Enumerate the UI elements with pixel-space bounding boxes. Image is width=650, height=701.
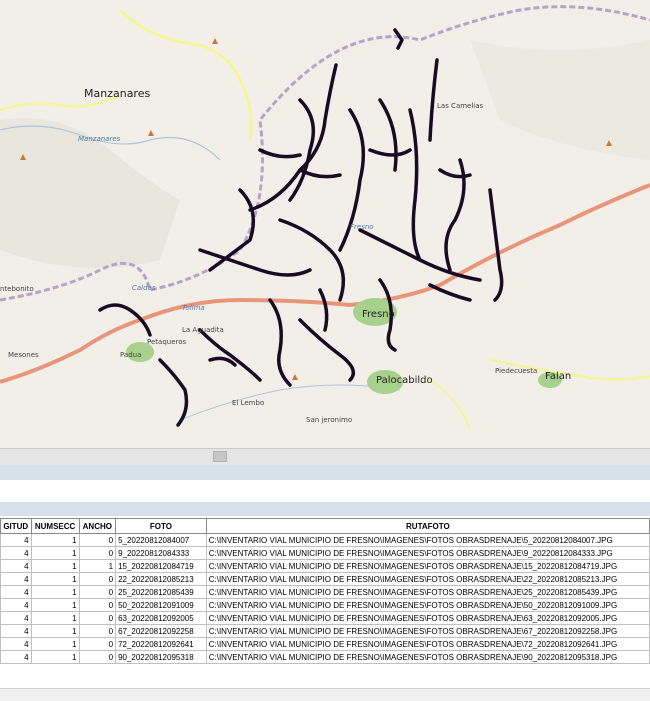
attribute-grid: GITUD NUMSECC ANCHO FOTO RUTAFOTO 4 1 0 …	[0, 518, 650, 664]
map-label-piedecuesta: Piedecuesta	[495, 367, 538, 375]
cell-numsecc[interactable]: 1	[30, 637, 80, 651]
map-label-las-camelias: Las Camelias	[437, 102, 484, 110]
map-label-padua: Padua	[120, 351, 142, 359]
cell-numsecc[interactable]: 1	[30, 598, 80, 612]
cell-rutafoto[interactable]: C:\INVENTARIO VIAL MUNICIPIO DE FRESNO\I…	[205, 624, 650, 638]
cell-ancho[interactable]: 0	[78, 598, 117, 612]
cell-longitud[interactable]: 4	[0, 611, 32, 625]
cell-foto[interactable]: 63_20220812092005	[115, 611, 207, 625]
cell-numsecc[interactable]: 1	[30, 559, 80, 573]
map-label-tolima: Tolima	[182, 304, 205, 312]
cell-longitud[interactable]: 4	[0, 624, 32, 638]
map-label-fresno-area: Fresno	[350, 223, 374, 231]
table-row[interactable]: 4 1 0 90_20220812095318 C:\INVENTARIO VI…	[0, 650, 650, 664]
cell-rutafoto[interactable]: C:\INVENTARIO VIAL MUNICIPIO DE FRESNO\I…	[205, 572, 650, 586]
cell-longitud[interactable]: 4	[0, 546, 32, 560]
cell-longitud[interactable]: 4	[0, 572, 32, 586]
panel-splitter[interactable]	[0, 448, 650, 465]
cell-foto[interactable]: 90_20220812095318	[115, 650, 207, 664]
cell-ancho[interactable]: 0	[78, 572, 117, 586]
map-label-ntebonito: ntebonito	[0, 285, 34, 293]
cell-numsecc[interactable]: 1	[30, 585, 80, 599]
attribute-panel-header-strip	[0, 502, 650, 516]
cell-longitud[interactable]: 4	[0, 585, 32, 599]
table-row[interactable]: 4 1 0 22_20220812085213 C:\INVENTARIO VI…	[0, 572, 650, 586]
table-row[interactable]: 4 1 0 67_20220812092258 C:\INVENTARIO VI…	[0, 624, 650, 638]
secondary-road	[429, 379, 471, 431]
cell-foto[interactable]: 5_20220812084007	[115, 533, 207, 547]
cell-ancho[interactable]: 0	[78, 637, 117, 651]
table-row[interactable]: 4 1 0 5_20220812084007 C:\INVENTARIO VIA…	[0, 533, 650, 547]
cell-foto[interactable]: 67_20220812092258	[115, 624, 207, 638]
table-row[interactable]: 4 1 0 9_20220812084333 C:\INVENTARIO VIA…	[0, 546, 650, 560]
map-label-san-jeronimo: San jeronimo	[306, 416, 353, 424]
cell-longitud[interactable]: 4	[0, 650, 32, 664]
map-label-la-aguadita: La Aguadita	[182, 326, 224, 334]
cell-numsecc[interactable]: 1	[30, 611, 80, 625]
horizontal-scrollbar[interactable]	[0, 688, 650, 701]
map-label-el-lembo: El Lembo	[232, 399, 265, 407]
cell-foto[interactable]: 50_20220812091009	[115, 598, 207, 612]
cell-longitud[interactable]: 4	[0, 637, 32, 651]
cell-numsecc[interactable]: 1	[30, 533, 80, 547]
map-canvas[interactable]: Manzanares Manzanares Las Camelias Fresn…	[0, 0, 650, 448]
attribute-table: GITUD NUMSECC ANCHO FOTO RUTAFOTO 4 1 0 …	[0, 518, 650, 700]
cell-ancho[interactable]: 0	[78, 546, 117, 560]
map-label-manzanares: Manzanares	[84, 87, 151, 100]
column-header-ancho[interactable]: ANCHO	[78, 518, 117, 534]
cell-ancho[interactable]: 0	[78, 650, 117, 664]
cell-rutafoto[interactable]: C:\INVENTARIO VIAL MUNICIPIO DE FRESNO\I…	[205, 650, 650, 664]
cell-rutafoto[interactable]: C:\INVENTARIO VIAL MUNICIPIO DE FRESNO\I…	[205, 637, 650, 651]
cell-ancho[interactable]: 0	[78, 533, 117, 547]
cell-ancho[interactable]: 0	[78, 611, 117, 625]
cell-foto[interactable]: 25_20220812085439	[115, 585, 207, 599]
cell-rutafoto[interactable]: C:\INVENTARIO VIAL MUNICIPIO DE FRESNO\I…	[205, 611, 650, 625]
cell-foto[interactable]: 22_20220812085213	[115, 572, 207, 586]
map-label-fresno-town: Fresno	[362, 309, 395, 320]
attribute-panel-titlebar	[0, 465, 650, 480]
map-label-caldas: Caldas	[132, 284, 156, 292]
cell-longitud[interactable]: 4	[0, 559, 32, 573]
cell-longitud[interactable]: 4	[0, 598, 32, 612]
terrain-patch	[470, 40, 650, 160]
map-label-palocabildo: Palocabildo	[376, 375, 433, 386]
cell-foto[interactable]: 15_20220812084719	[115, 559, 207, 573]
cell-rutafoto[interactable]: C:\INVENTARIO VIAL MUNICIPIO DE FRESNO\I…	[205, 585, 650, 599]
cell-ancho[interactable]: 0	[78, 585, 117, 599]
column-header-numsecc[interactable]: NUMSECC	[30, 518, 80, 534]
secondary-road	[118, 8, 253, 141]
map-label-mesones: Mesones	[8, 351, 39, 359]
cell-rutafoto[interactable]: C:\INVENTARIO VIAL MUNICIPIO DE FRESNO\I…	[205, 546, 650, 560]
table-row[interactable]: 4 1 1 15_20220812084719 C:\INVENTARIO VI…	[0, 559, 650, 573]
table-row[interactable]: 4 1 0 25_20220812085439 C:\INVENTARIO VI…	[0, 585, 650, 599]
map-label-manzanares-river: Manzanares	[78, 135, 121, 143]
cell-rutafoto[interactable]: C:\INVENTARIO VIAL MUNICIPIO DE FRESNO\I…	[205, 598, 650, 612]
cell-ancho[interactable]: 1	[78, 559, 117, 573]
table-row[interactable]: 4 1 0 72_20220812092641 C:\INVENTARIO VI…	[0, 637, 650, 651]
river-line	[179, 384, 401, 421]
cell-foto[interactable]: 72_20220812092641	[115, 637, 207, 651]
cell-foto[interactable]: 9_20220812084333	[115, 546, 207, 560]
column-header-foto[interactable]: FOTO	[115, 518, 207, 534]
cell-numsecc[interactable]: 1	[30, 624, 80, 638]
table-row[interactable]: 4 1 0 50_20220812091009 C:\INVENTARIO VI…	[0, 598, 650, 612]
cell-ancho[interactable]: 0	[78, 624, 117, 638]
column-header-rutafoto[interactable]: RUTAFOTO	[205, 518, 650, 534]
splitter-grip-icon[interactable]	[213, 451, 227, 462]
attribute-panel-toolbar	[0, 480, 650, 502]
cell-numsecc[interactable]: 1	[30, 572, 80, 586]
cell-numsecc[interactable]: 1	[30, 546, 80, 560]
cell-rutafoto[interactable]: C:\INVENTARIO VIAL MUNICIPIO DE FRESNO\I…	[205, 533, 650, 547]
cell-longitud[interactable]: 4	[0, 533, 32, 547]
map-label-falan: Falan	[545, 371, 572, 382]
table-header-row: GITUD NUMSECC ANCHO FOTO RUTAFOTO	[0, 518, 650, 534]
cell-rutafoto[interactable]: C:\INVENTARIO VIAL MUNICIPIO DE FRESNO\I…	[205, 559, 650, 573]
table-row[interactable]: 4 1 0 63_20220812092005 C:\INVENTARIO VI…	[0, 611, 650, 625]
column-header-longitud[interactable]: GITUD	[0, 518, 32, 534]
cell-numsecc[interactable]: 1	[30, 650, 80, 664]
map-label-petaqueros: Petaqueros	[147, 338, 187, 346]
